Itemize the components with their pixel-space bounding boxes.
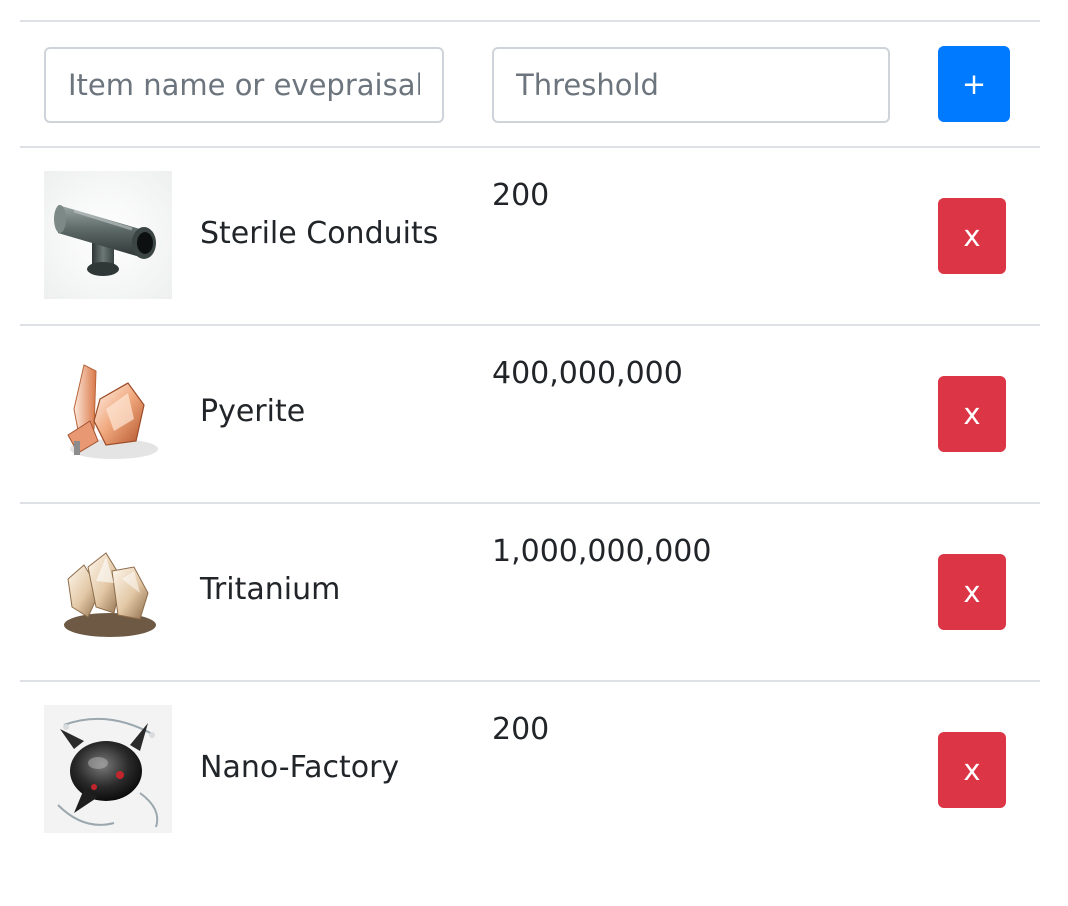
threshold-input[interactable] [492, 47, 890, 123]
table-row: Pyerite 400,000,000 x [20, 324, 1040, 502]
remove-item-button[interactable]: x [938, 554, 1006, 630]
item-name: Pyerite [200, 394, 306, 429]
remove-item-button[interactable]: x [938, 198, 1006, 274]
remove-item-button[interactable]: x [938, 732, 1006, 808]
item-threshold: 400,000,000 [492, 356, 683, 391]
add-item-button[interactable]: + [938, 46, 1010, 122]
item-name-input[interactable] [44, 47, 444, 123]
item-threshold: 200 [492, 712, 550, 747]
sterile-conduits-icon [44, 171, 172, 299]
remove-item-button[interactable]: x [938, 376, 1006, 452]
item-threshold: 200 [492, 178, 550, 213]
add-item-form-row: + [20, 20, 1040, 146]
item-name: Tritanium [200, 572, 341, 607]
table-row: Tritanium 1,000,000,000 x [20, 502, 1040, 680]
item-threshold: 1,000,000,000 [492, 534, 712, 569]
nano-factory-icon [44, 705, 172, 833]
table-row: Sterile Conduits 200 x [20, 146, 1040, 324]
item-threshold-table: + [20, 20, 1040, 858]
table-row: Nano-Factory 200 x [20, 680, 1040, 858]
item-name: Sterile Conduits [200, 216, 439, 251]
pyerite-icon [44, 349, 172, 477]
item-name: Nano-Factory [200, 750, 400, 785]
tritanium-icon [44, 527, 172, 655]
